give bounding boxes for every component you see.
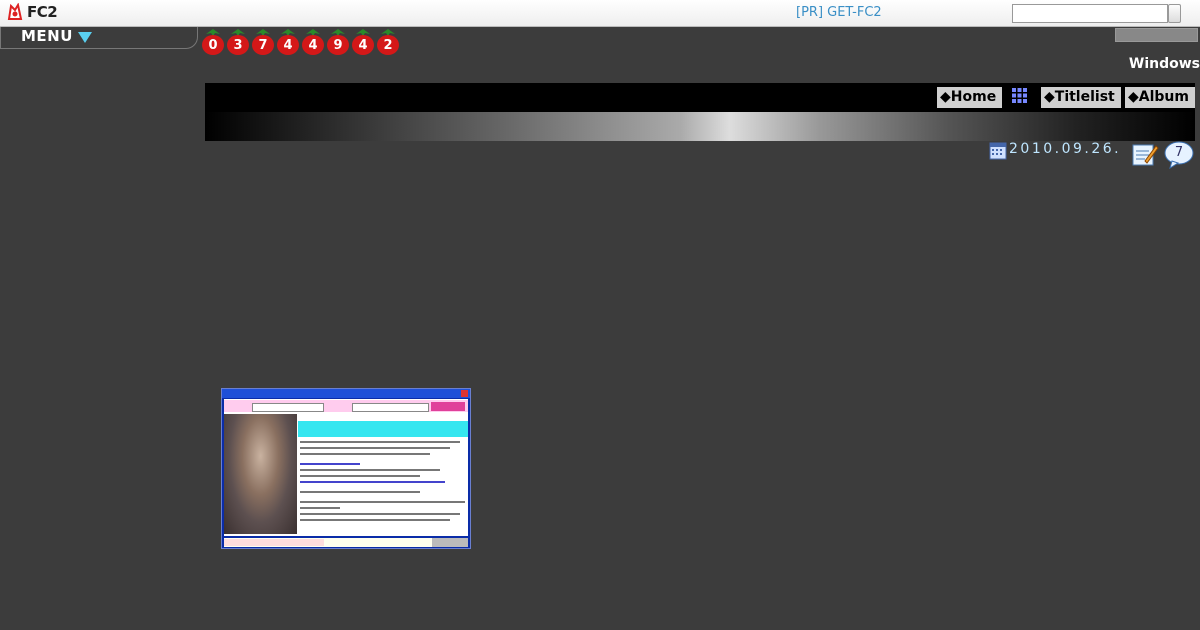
grid-icon[interactable] xyxy=(1011,87,1028,104)
entry-date: 2010.09.26. xyxy=(1009,141,1122,157)
counter-digit: 7 xyxy=(251,28,275,56)
screenshot-headline-band xyxy=(298,421,468,437)
screenshot-window-titlebar xyxy=(222,389,470,398)
nav-titlelist-link[interactable]: ◆Titlelist xyxy=(1041,87,1121,108)
search-input[interactable] xyxy=(1012,4,1168,23)
nav-home-link[interactable]: ◆Home xyxy=(937,87,1002,108)
counter-digit: 4 xyxy=(351,28,375,56)
calendar-icon xyxy=(989,142,1007,160)
counter-digit: 0 xyxy=(201,28,225,56)
menu-arrow-icon xyxy=(78,32,92,43)
counter-digit: 3 xyxy=(226,28,250,56)
blog-title[interactable]: Windows xyxy=(1129,56,1200,72)
logo-text: FC2 xyxy=(27,3,58,21)
comment-count: 7 xyxy=(1174,145,1184,160)
header-gradient-band xyxy=(205,112,1195,141)
fc2-header-bar: FC2 [PR] GET-FC2 xyxy=(0,0,1200,27)
search-button[interactable] xyxy=(1168,4,1181,23)
entry-screenshot-image[interactable] xyxy=(221,388,471,549)
counter-digit: 4 xyxy=(301,28,325,56)
counter-digit: 9 xyxy=(326,28,350,56)
fc2-logo-icon xyxy=(7,3,23,20)
counter-digit: 4 xyxy=(276,28,300,56)
menu-button[interactable]: MENU xyxy=(0,27,198,49)
screenshot-photo xyxy=(224,414,297,534)
screenshot-window-body xyxy=(224,399,468,536)
fc2-logo[interactable]: FC2 xyxy=(6,3,58,21)
access-counter: 0 3 7 4 4 9 4 2 xyxy=(201,28,400,56)
menu-label: MENU xyxy=(21,27,73,45)
top-right-bar xyxy=(1115,28,1198,42)
nav-album-link[interactable]: ◆Album xyxy=(1125,87,1195,108)
counter-digit: 2 xyxy=(376,28,400,56)
pr-link[interactable]: [PR] GET-FC2 xyxy=(796,5,882,20)
edit-icon[interactable] xyxy=(1131,141,1159,167)
